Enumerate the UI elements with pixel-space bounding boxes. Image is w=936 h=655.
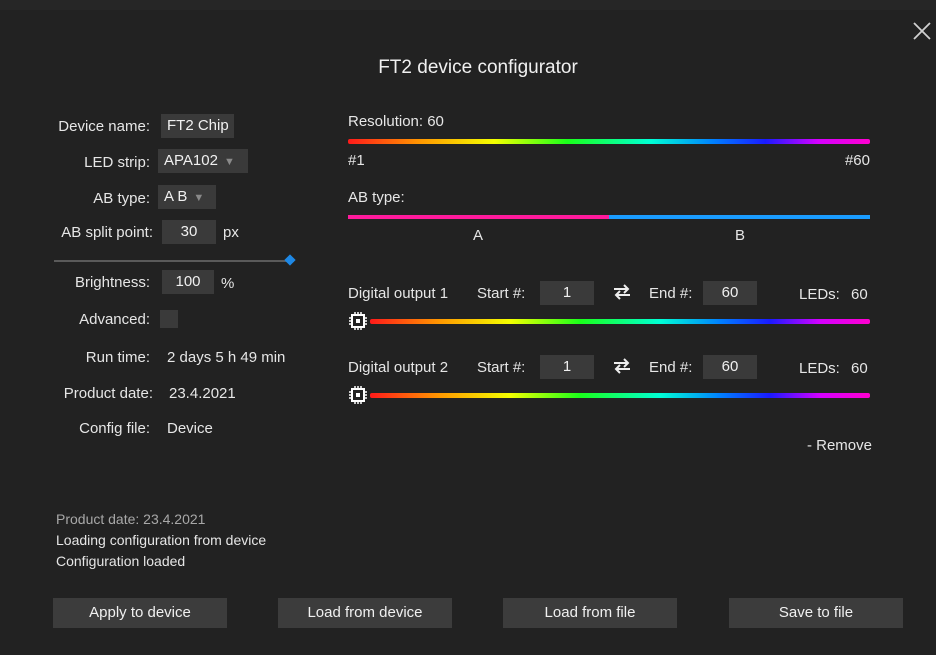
device-name-label: Device name: (58, 118, 150, 135)
ab-split-input[interactable]: 30 (162, 220, 216, 244)
dialog-title: FT2 device configurator (378, 57, 578, 78)
output-2-end-input[interactable]: 60 (703, 355, 757, 379)
ab-split-unit: px (223, 224, 239, 241)
window-top-band (0, 0, 936, 10)
chip-icon (349, 312, 367, 330)
brightness-input[interactable]: 100 (162, 270, 214, 294)
slider-track (54, 260, 294, 262)
remove-output-link[interactable]: - Remove (807, 437, 872, 454)
output-2-leds-value: 60 (851, 360, 868, 377)
ab-segment-b (609, 215, 870, 219)
led-strip-value: APA102 (164, 152, 218, 169)
output-1-start-label: Start #: (477, 285, 526, 302)
load-from-device-button[interactable]: Load from device (278, 598, 452, 628)
output-2-end-label: End #: (649, 359, 693, 376)
slider-handle[interactable] (284, 254, 296, 266)
ab-segment-a (348, 215, 609, 219)
product-date-label: Product date: (63, 385, 153, 402)
resolution-end: #60 (844, 152, 870, 169)
ab-type-label: AB type: (93, 190, 150, 207)
resolution-label: Resolution: 60 (348, 113, 444, 130)
ab-type-value: A B (164, 188, 188, 205)
ab-split-slider[interactable] (54, 254, 296, 267)
digital-output-1-label: Digital output 1 (348, 285, 449, 302)
config-file-label: Config file: (79, 420, 150, 437)
log-line-1: Product date: 23.4.2021 (56, 511, 206, 527)
config-file-value: Device (167, 420, 213, 437)
ab-type-right-label: AB type: (348, 189, 405, 206)
output-2-start-label: Start #: (477, 359, 526, 376)
output-1-end-label: End #: (649, 285, 693, 302)
advanced-label: Advanced: (79, 311, 150, 328)
load-from-file-button[interactable]: Load from file (503, 598, 677, 628)
brightness-unit: % (221, 275, 235, 292)
chevron-down-icon: ▼ (193, 192, 205, 204)
chevron-down-icon: ▼ (223, 156, 235, 168)
log-line-3: Configuration loaded (56, 553, 186, 569)
output-1-strip (370, 319, 870, 324)
close-icon[interactable] (910, 19, 934, 43)
led-strip-dropdown[interactable]: APA102 ▼ (158, 149, 248, 173)
output-1-leds-label: LEDs: (799, 286, 840, 303)
brightness-label: Brightness: (74, 274, 150, 291)
ab-a-label: A (473, 227, 484, 244)
output-2-strip (370, 393, 870, 398)
ab-split-label: AB split point: (61, 224, 153, 241)
ab-type-dropdown[interactable]: A B ▼ (158, 185, 216, 209)
product-date-value: 23.4.2021 (169, 385, 236, 402)
run-time-value: 2 days 5 h 49 min (167, 349, 286, 366)
swap-arrows-icon[interactable] (612, 358, 632, 374)
resolution-strip (348, 139, 870, 144)
resolution-start: #1 (348, 152, 365, 169)
output-2-leds-label: LEDs: (799, 360, 840, 377)
save-to-file-button[interactable]: Save to file (729, 598, 903, 628)
output-1-end-input[interactable]: 60 (703, 281, 757, 305)
output-2-start-input[interactable]: 1 (540, 355, 594, 379)
run-time-label: Run time: (85, 349, 150, 366)
output-1-leds-value: 60 (851, 286, 868, 303)
chip-icon (349, 386, 367, 404)
swap-arrows-icon[interactable] (612, 284, 632, 300)
led-strip-label: LED strip: (84, 154, 150, 171)
log-line-2: Loading configuration from device (56, 532, 267, 548)
advanced-checkbox[interactable] (160, 310, 178, 328)
digital-output-2-label: Digital output 2 (348, 359, 449, 376)
output-1-start-input[interactable]: 1 (540, 281, 594, 305)
device-name-field[interactable]: FT2 Chip (161, 114, 234, 138)
apply-to-device-button[interactable]: Apply to device (53, 598, 227, 628)
ab-b-label: B (735, 227, 746, 244)
